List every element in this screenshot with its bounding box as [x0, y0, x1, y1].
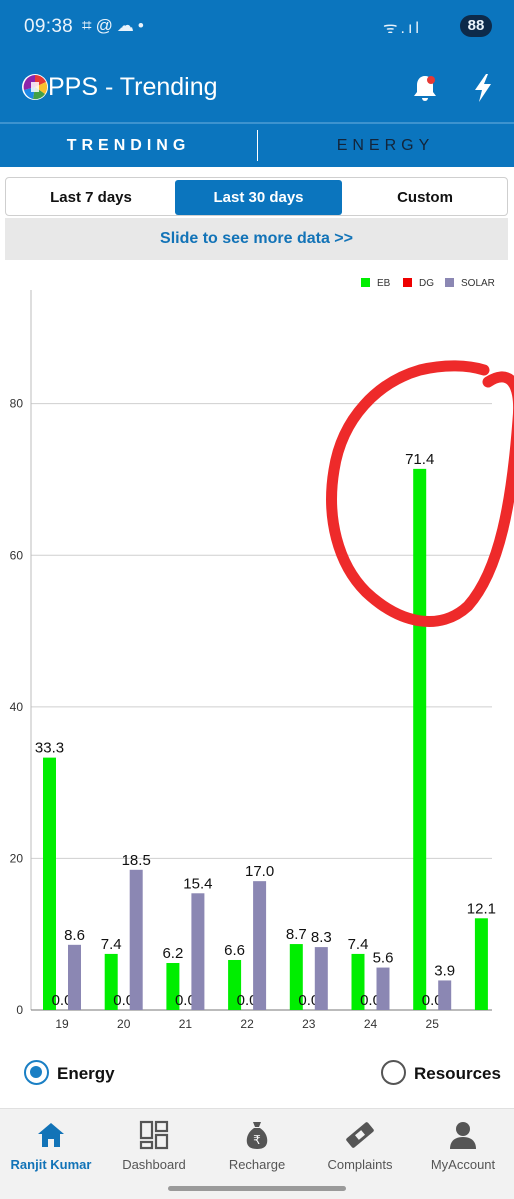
legend-swatch-solar — [445, 278, 454, 287]
data-label: 7.4 — [101, 936, 122, 953]
y-tick-label: 40 — [10, 700, 24, 714]
data-label: 71.4 — [405, 451, 434, 468]
bar-solar — [68, 944, 81, 1010]
svg-text:₹: ₹ — [253, 1133, 261, 1147]
bar-eb — [413, 468, 427, 1010]
energy-radio-label: Energy — [57, 1064, 115, 1083]
ticket-icon — [346, 1122, 374, 1148]
status-bar: 09:38 ⌗@☁• ᯤ.ıl 88 — [0, 0, 514, 56]
last-30-days-button[interactable]: Last 30 days — [175, 180, 342, 215]
last-7-days-button[interactable]: Last 7 days — [8, 180, 174, 215]
bottom-navigation: Ranjit Kumar Dashboard ₹ Recharge Compla… — [0, 1108, 514, 1180]
bar-eb — [474, 918, 488, 1010]
custom-range-button[interactable]: Custom — [343, 180, 507, 215]
tab-energy[interactable]: ENERGY — [257, 124, 514, 167]
home-icon — [38, 1123, 64, 1147]
rupee-bag-icon: ₹ — [246, 1122, 268, 1149]
data-label: 18.5 — [122, 852, 151, 869]
x-tick-label: 19 — [55, 1017, 69, 1031]
x-tick-label: 24 — [364, 1017, 378, 1031]
app-bar: PPS - Trending — [0, 56, 514, 122]
bar-eb — [43, 757, 56, 1010]
resources-radio-circle[interactable] — [381, 1060, 406, 1085]
data-label: 17.0 — [245, 863, 274, 880]
data-label: 6.6 — [224, 942, 245, 959]
gesture-bar — [0, 1180, 514, 1199]
resources-radio-label: Resources — [414, 1064, 501, 1083]
nav-my-account-label: MyAccount — [430, 1157, 496, 1172]
nav-home[interactable]: Ranjit Kumar — [0, 1109, 102, 1181]
data-label: 3.9 — [434, 962, 455, 979]
legend-label-dg: DG — [419, 278, 434, 289]
tab-bar: TRENDING ENERGY — [0, 122, 514, 167]
energy-radio-circle[interactable] — [24, 1060, 49, 1085]
status-time: 09:38 — [24, 16, 74, 37]
nav-complaints-label: Complaints — [327, 1157, 393, 1172]
data-label: 6.2 — [162, 945, 183, 962]
y-tick-label: 20 — [10, 851, 24, 865]
y-tick-label: 80 — [10, 397, 24, 411]
page-title: PPS - Trending — [48, 73, 218, 101]
tab-trending[interactable]: TRENDING — [0, 124, 257, 167]
nav-recharge-label: Recharge — [228, 1157, 286, 1172]
gesture-handle[interactable] — [168, 1186, 346, 1191]
x-tick-label: 25 — [426, 1017, 440, 1031]
x-tick-label: 21 — [179, 1017, 193, 1031]
x-tick-label: 20 — [117, 1017, 131, 1031]
data-label: 8.7 — [286, 926, 307, 943]
slide-hint[interactable]: Slide to see more data >> — [5, 218, 508, 260]
legend-label-solar: SOLAR — [461, 278, 495, 289]
nav-my-account[interactable]: MyAccount — [412, 1109, 514, 1181]
data-label: 15.4 — [183, 875, 212, 892]
app-screen: 09:38 ⌗@☁• ᯤ.ıl 88 PPS - Trending TRENDI… — [0, 0, 514, 1199]
dashboard-icon — [139, 1120, 169, 1150]
nav-recharge[interactable]: ₹ Recharge — [206, 1109, 308, 1181]
nav-dashboard[interactable]: Dashboard — [103, 1109, 205, 1181]
app-logo-icon — [22, 74, 48, 100]
bar-solar — [191, 893, 205, 1010]
data-label: 33.3 — [35, 740, 64, 757]
data-label: 8.6 — [64, 927, 85, 944]
nav-complaints[interactable]: Complaints — [309, 1109, 411, 1181]
legend-label-eb: EB — [377, 278, 391, 289]
data-label: 7.4 — [348, 936, 369, 953]
data-label: 5.6 — [373, 950, 394, 967]
x-tick-label: 23 — [302, 1017, 316, 1031]
x-tick-label: 22 — [240, 1017, 254, 1031]
bar-solar — [253, 881, 267, 1010]
notification-icons: ⌗@☁• — [82, 16, 148, 35]
bar-solar — [376, 967, 390, 1010]
data-label: 12.1 — [467, 900, 496, 917]
signal-icons: ᯤ.ıl — [382, 20, 422, 37]
data-label: 8.3 — [311, 929, 332, 946]
battery-icon: 88 — [460, 15, 492, 37]
user-icon — [450, 1122, 476, 1149]
flash-icon[interactable] — [472, 73, 494, 103]
y-tick-label: 0 — [16, 1003, 23, 1017]
legend-swatch-dg — [403, 278, 412, 287]
y-tick-label: 60 — [10, 548, 24, 562]
nav-home-label: Ranjit Kumar — [10, 1157, 92, 1172]
bar-solar — [314, 947, 328, 1010]
bar-solar — [129, 869, 143, 1010]
energy-bar-chart[interactable]: 02040608033.30.08.67.40.018.56.20.015.46… — [0, 270, 514, 1040]
period-selector: Last 7 days Last 30 days Custom — [5, 177, 508, 216]
nav-dashboard-label: Dashboard — [122, 1157, 186, 1172]
bar-solar — [438, 980, 452, 1010]
legend-swatch-eb — [361, 278, 370, 287]
radio-selected-dot — [30, 1066, 42, 1078]
notification-bell-icon[interactable] — [412, 74, 438, 102]
